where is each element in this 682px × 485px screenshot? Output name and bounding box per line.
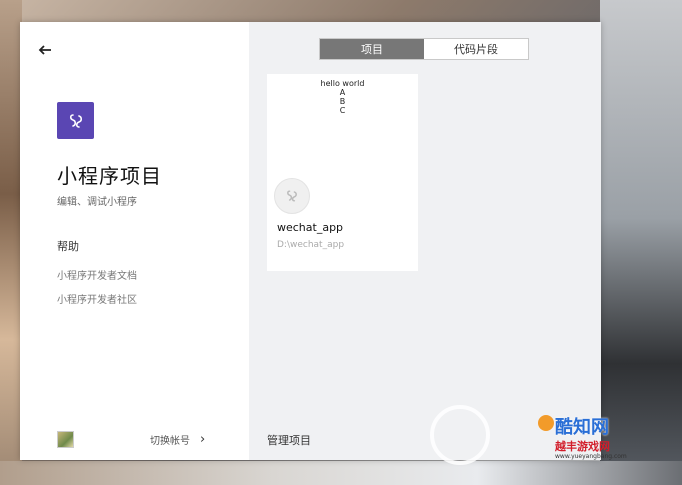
watermark-brand: 酷知网 (555, 417, 609, 438)
miniprogram-logo-icon (57, 102, 94, 139)
tab-bar: 项目 代码片段 (319, 38, 529, 60)
watermark-circle-icon (430, 405, 490, 465)
back-arrow-icon[interactable] (38, 42, 52, 56)
preview-line: A (339, 88, 346, 97)
sidebar: 小程序项目 编辑、调试小程序 帮助 小程序开发者文档 小程序开发者社区 切换帐号… (20, 22, 249, 460)
project-card[interactable]: hello world A B C wechat_app D:\wechat_a… (267, 74, 418, 271)
page-title: 小程序项目 (57, 164, 162, 188)
link-developer-docs[interactable]: 小程序开发者文档 (57, 267, 137, 282)
switch-account-label: 切换帐号 (150, 436, 190, 447)
watermark-sub: 越丰游戏网 (555, 440, 610, 453)
link-developer-community[interactable]: 小程序开发者社区 (57, 291, 137, 306)
watermark-url: www.yueyangbang.com (555, 453, 627, 460)
desktop-background-left (0, 0, 22, 485)
project-path: D:\wechat_app (277, 240, 345, 250)
tab-projects[interactable]: 项目 (320, 39, 424, 59)
help-heading: 帮助 (57, 240, 79, 253)
watermark: 酷知网 越丰游戏网 www.yueyangbang.com (430, 405, 682, 475)
app-window: 小程序项目 编辑、调试小程序 帮助 小程序开发者文档 小程序开发者社区 切换帐号… (20, 22, 601, 460)
chevron-right-icon: › (200, 432, 206, 447)
project-name: wechat_app (277, 221, 344, 234)
preview-line: hello world (320, 79, 365, 88)
tab-code-snippets[interactable]: 代码片段 (424, 39, 528, 59)
page-subtitle: 编辑、调试小程序 (57, 197, 137, 208)
project-miniprogram-icon (274, 178, 310, 214)
manage-projects-button[interactable]: 管理项目 (267, 432, 311, 448)
watermark-badge-icon (538, 415, 554, 431)
preview-line: C (339, 106, 346, 115)
switch-account-button[interactable]: 切换帐号 › (150, 432, 205, 447)
avatar[interactable] (57, 431, 74, 448)
preview-line: B (339, 97, 346, 106)
